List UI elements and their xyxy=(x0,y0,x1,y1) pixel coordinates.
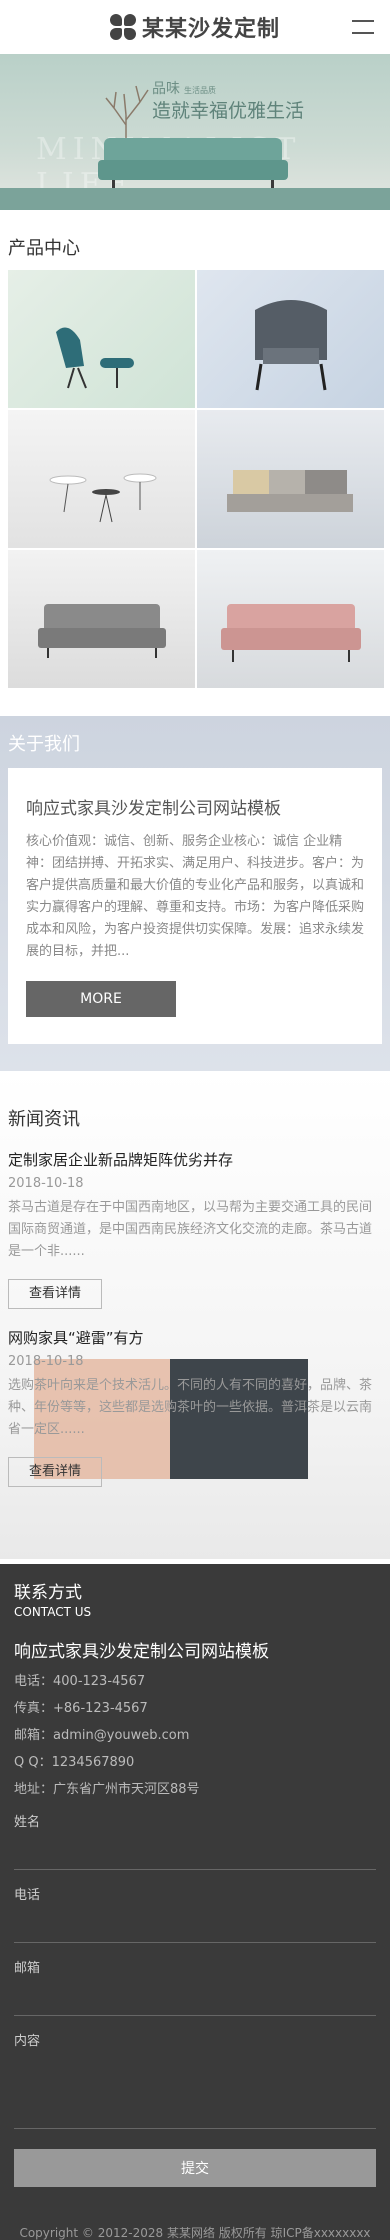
news-item-title[interactable]: 网购家具“避雷”有方 xyxy=(8,1327,382,1348)
news-item-desc: 茶马古道是存在于中国西南地区，以马帮为主要交通工具的民间国际商贸通道，是中国西南… xyxy=(8,1200,373,1259)
product-item-pink-sofa[interactable] xyxy=(197,550,384,688)
product-item-grey-sofa[interactable] xyxy=(8,550,195,688)
banner-subtitle: 品味 生活品质 xyxy=(152,81,216,97)
content-textarea[interactable] xyxy=(14,2049,376,2129)
contact-fax: 传真：+86-123-4567 xyxy=(14,1701,148,1716)
product-item-lounge-chair[interactable] xyxy=(8,270,195,408)
footer-subtitle: CONTACT US xyxy=(14,1605,92,1619)
contact-address: 地址：广东省广州市天河区88号 xyxy=(14,1782,200,1797)
about-card: 响应式家具沙发定制公司网站模板 核心价值观：诚信、创新、服务企业核心：诚信 企业… xyxy=(8,768,382,1044)
contact-phone: 电话：400-123-4567 xyxy=(14,1674,146,1689)
contact-qq: Q Q：1234567890 xyxy=(14,1755,135,1770)
product-item-side-tables[interactable] xyxy=(8,410,195,548)
email-input[interactable] xyxy=(14,1976,376,2016)
hero-banner[interactable]: MINIMALIST LIFE 品味生活品质 造就幸福优雅生活 xyxy=(0,54,390,210)
product-grid xyxy=(0,270,390,688)
copyright-text: Copyright © 2012-2028 某某网络 版权所有 琼ICP备xxx… xyxy=(19,2226,371,2240)
contact-email: 邮箱：admin@youweb.com xyxy=(14,1728,190,1743)
logo-icon xyxy=(109,14,136,40)
news-item: 定制家居企业新品牌矩阵优劣并存 2018-10-18 茶马古道是存在于中国西南地… xyxy=(8,1149,382,1309)
hamburger-menu-icon[interactable] xyxy=(352,20,374,34)
submit-button[interactable]: 提交 xyxy=(14,2149,376,2187)
view-details-button[interactable]: 查看详情 xyxy=(8,1457,102,1487)
footer-title: 联系方式 xyxy=(14,1583,82,1603)
view-details-button[interactable]: 查看详情 xyxy=(8,1279,102,1309)
logo-text: 某某沙发定制 xyxy=(141,17,280,42)
news-item-title[interactable]: 定制家居企业新品牌矩阵优劣并存 xyxy=(8,1149,382,1170)
phone-label: 电话 xyxy=(14,1888,41,1903)
product-item-modular-sofa[interactable] xyxy=(197,410,384,548)
sofa-image xyxy=(98,138,288,190)
about-card-title: 响应式家具沙发定制公司网站模板 xyxy=(26,799,281,819)
footer: 联系方式 CONTACT US 响应式家具沙发定制公司网站模板 电话：400-1… xyxy=(0,1564,390,2240)
more-button[interactable]: MORE xyxy=(26,981,176,1017)
name-input[interactable] xyxy=(14,1830,376,1870)
news-section: 新闻资讯 定制家居企业新品牌矩阵优劣并存 2018-10-18 茶马古道是存在于… xyxy=(0,1071,390,1559)
site-header: 某某沙发定制 xyxy=(0,0,390,54)
news-title: 新闻资讯 xyxy=(8,1109,80,1130)
products-title: 产品中心 xyxy=(8,238,80,259)
about-title: 关于我们 xyxy=(8,734,80,755)
name-label: 姓名 xyxy=(14,1815,41,1830)
logo[interactable]: 某某沙发定制 xyxy=(109,11,280,43)
about-text: 核心价值观：诚信、创新、服务企业核心：诚信 企业精神：团结拼搏、开拓求实、满足用… xyxy=(26,834,365,959)
news-item: 网购家具“避雷”有方 2018-10-18 选购茶叶向来是个技术活儿。不同的人有… xyxy=(8,1327,382,1487)
email-label: 邮箱 xyxy=(14,1961,41,1976)
banner-title: 造就幸福优雅生活 xyxy=(152,100,305,122)
news-item-date: 2018-10-18 xyxy=(8,1354,84,1369)
footer-company: 响应式家具沙发定制公司网站模板 xyxy=(14,1642,269,1662)
product-item-armchair[interactable] xyxy=(197,270,384,408)
news-item-desc: 选购茶叶向来是个技术活儿。不同的人有不同的喜好，品牌、茶种、年份等等，这些都是选… xyxy=(8,1378,373,1437)
news-item-date: 2018-10-18 xyxy=(8,1176,84,1191)
banner-floor xyxy=(0,188,390,210)
phone-input[interactable] xyxy=(14,1903,376,1943)
about-section: 关于我们 响应式家具沙发定制公司网站模板 核心价值观：诚信、创新、服务企业核心：… xyxy=(0,716,390,1071)
content-label: 内容 xyxy=(14,2034,41,2049)
